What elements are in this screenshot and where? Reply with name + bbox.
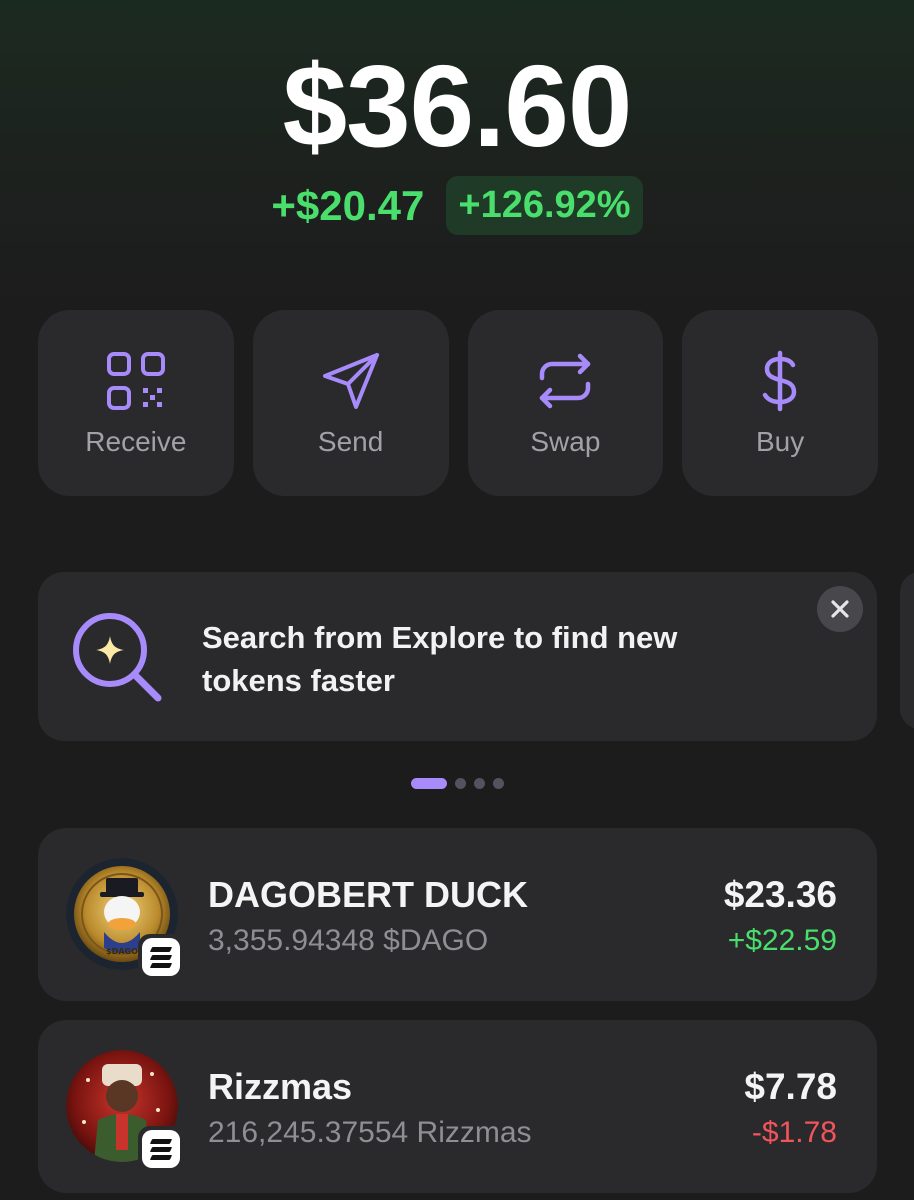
- search-sparkle-icon: [73, 613, 162, 702]
- total-balance: $36.60: [282, 41, 633, 171]
- swap-icon: [540, 353, 591, 409]
- receive-label: Receive: [85, 426, 187, 457]
- token-amount: 216,245.37554 Rizzmas: [208, 1116, 532, 1149]
- banner-close-button[interactable]: [817, 586, 863, 632]
- action-bar: Receive Send Swap Buy: [38, 310, 878, 496]
- balance-change-row: +$20.47 +126.92%: [0, 176, 914, 235]
- balance-change-amount: +$20.47: [271, 181, 425, 229]
- token-name: DAGOBERT DUCK: [208, 874, 528, 915]
- token-value: $23.36: [723, 874, 837, 915]
- chain-badge: [138, 1126, 184, 1172]
- carousel-dot[interactable]: [473, 778, 485, 789]
- close-icon: [831, 600, 849, 618]
- dollar-icon: [762, 350, 797, 412]
- wallet-home: $36.60 +$20.47 +126.92% Receive Send Swa…: [0, 0, 914, 1200]
- carousel-dot-active[interactable]: [410, 778, 447, 789]
- token-logo-text: $DAGO: [106, 947, 138, 956]
- token-name: Rizzmas: [208, 1066, 353, 1107]
- token-amount: 3,355.94348 $DAGO: [208, 924, 489, 957]
- buy-label: Buy: [756, 426, 805, 457]
- qr-code-icon: [106, 352, 165, 410]
- token-row[interactable]: $DAGO DAGOBERT DUCK 3,355.94348 $DAGO $2…: [38, 828, 877, 1001]
- buy-button[interactable]: Buy: [682, 310, 878, 496]
- carousel-dot[interactable]: [454, 778, 466, 789]
- solana-icon: [142, 1130, 180, 1168]
- explore-banner[interactable]: Search from Explore to find new tokens f…: [38, 572, 877, 741]
- receive-button[interactable]: Receive: [38, 310, 234, 496]
- balance-change-percent: +126.92%: [446, 176, 643, 235]
- swap-label: Swap: [530, 426, 601, 457]
- send-label: Send: [317, 426, 384, 457]
- token-change: +$22.59: [727, 924, 837, 957]
- token-change: -$1.78: [751, 1116, 837, 1149]
- carousel-dot[interactable]: [492, 778, 504, 789]
- send-icon: [322, 353, 379, 409]
- token-row[interactable]: Rizzmas 216,245.37554 Rizzmas $7.78 -$1.…: [38, 1020, 877, 1193]
- solana-icon: [142, 938, 180, 976]
- next-banner-card[interactable]: [900, 572, 914, 729]
- swap-button[interactable]: Swap: [467, 310, 664, 496]
- token-value: $7.78: [744, 1066, 837, 1107]
- chain-badge: [138, 934, 184, 980]
- carousel-indicator: [0, 778, 914, 789]
- banner-text: Search from Explore to find new tokens f…: [202, 620, 678, 698]
- send-button[interactable]: Send: [252, 310, 449, 496]
